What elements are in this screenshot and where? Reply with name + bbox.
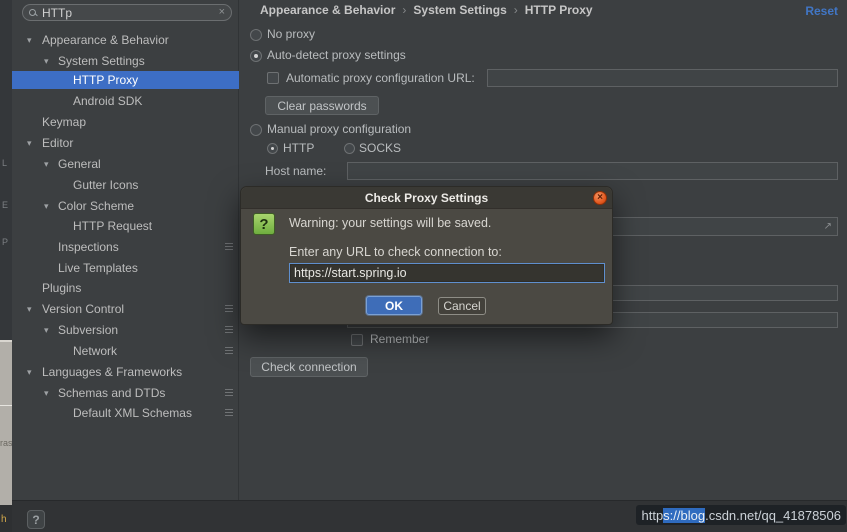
- watermark-highlighted-text: s://blog: [663, 507, 706, 523]
- check-proxy-settings-dialog: Check Proxy Settings × ? Warning: your s…: [240, 186, 613, 325]
- search-icon: [29, 8, 37, 17]
- project-settings-icon: [225, 347, 233, 356]
- sidebar-item-http-request[interactable]: HTTP Request: [12, 217, 239, 235]
- breadcrumb-separator: ›: [513, 3, 518, 17]
- check-url-input[interactable]: [289, 263, 605, 283]
- http-label[interactable]: HTTP: [283, 141, 314, 155]
- breadcrumb-http-proxy: HTTP Proxy: [524, 3, 593, 17]
- host-name-field[interactable]: [347, 162, 838, 180]
- project-settings-icon: [225, 389, 233, 398]
- collapse-arrow-icon[interactable]: ▾: [27, 31, 32, 49]
- sidebar-item-color-scheme[interactable]: ▾ Color Scheme: [12, 197, 239, 215]
- collapse-arrow-icon[interactable]: ▾: [27, 300, 32, 318]
- clear-search-icon[interactable]: ×: [219, 7, 225, 18]
- breadcrumb: Appearance & Behavior › System Settings › HT…: [260, 3, 593, 17]
- remember-checkbox[interactable]: [351, 334, 363, 346]
- clear-passwords-button[interactable]: Clear passwords: [265, 96, 379, 115]
- background-window-divider: [0, 405, 12, 406]
- watermark-text: http: [641, 507, 664, 523]
- auto-url-field[interactable]: [487, 69, 838, 87]
- no-proxy-label[interactable]: No proxy: [267, 27, 315, 41]
- sidebar-item-network[interactable]: Network: [12, 342, 239, 360]
- sidebar-item-system-settings[interactable]: ▾ System Settings: [12, 52, 239, 70]
- sidebar-item-default-xml-schemas[interactable]: Default XML Schemas: [12, 404, 239, 422]
- manual-proxy-radio[interactable]: [250, 124, 262, 136]
- sidebar-item-http-proxy[interactable]: HTTP Proxy: [12, 71, 239, 89]
- background-text-fragment: E: [2, 200, 9, 210]
- collapse-arrow-icon[interactable]: ▾: [44, 384, 49, 402]
- help-button[interactable]: ?: [27, 510, 45, 529]
- ok-button[interactable]: OK: [366, 296, 422, 315]
- manual-proxy-label[interactable]: Manual proxy configuration: [267, 122, 411, 136]
- dialog-prompt-text: Enter any URL to check connection to:: [289, 245, 502, 259]
- sidebar-item-version-control[interactable]: ▾ Version Control: [12, 300, 239, 318]
- settings-sidebar: HTTp × ▾ Appearance & Behavior ▾ System Se…: [12, 0, 239, 500]
- watermark-text: .csdn.net/qq_41878506: [705, 507, 841, 523]
- collapse-arrow-icon[interactable]: ▾: [44, 197, 49, 215]
- auto-url-label[interactable]: Automatic proxy configuration URL:: [286, 71, 475, 85]
- http-radio[interactable]: [267, 143, 278, 154]
- sidebar-item-appearance-behavior[interactable]: ▾ Appearance & Behavior: [12, 31, 239, 49]
- breadcrumb-system-settings[interactable]: System Settings: [413, 3, 506, 17]
- sidebar-item-keymap[interactable]: Keymap: [12, 113, 239, 131]
- sidebar-item-general[interactable]: ▾ General: [12, 155, 239, 173]
- breadcrumb-separator: ›: [402, 3, 407, 17]
- background-text-fragment: L: [2, 158, 8, 168]
- background-text-fragment: h: [1, 514, 7, 525]
- check-connection-button[interactable]: Check connection: [250, 357, 368, 377]
- sidebar-item-android-sdk[interactable]: Android SDK: [12, 92, 239, 110]
- auto-detect-radio[interactable]: [250, 50, 262, 62]
- reset-link[interactable]: Reset: [805, 4, 838, 18]
- cancel-button[interactable]: Cancel: [438, 297, 486, 315]
- settings-search-input[interactable]: HTTp ×: [22, 4, 232, 21]
- background-text-fragment: P: [2, 237, 9, 247]
- collapse-arrow-icon[interactable]: ▾: [44, 321, 49, 339]
- csdn-watermark: http s://blog .csdn.net/qq_41878506: [636, 505, 846, 525]
- sidebar-item-languages-frameworks[interactable]: ▾ Languages & Frameworks: [12, 363, 239, 381]
- dialog-warning-text: Warning: your settings will be saved.: [289, 216, 492, 230]
- host-name-label: Host name:: [265, 164, 327, 178]
- settings-screen: L E P ras h HTTp × ▾ Appearance & Behavio…: [0, 0, 847, 532]
- project-settings-icon: [225, 243, 233, 252]
- question-icon: ?: [253, 213, 275, 235]
- remember-label[interactable]: Remember: [370, 332, 429, 346]
- expand-field-icon[interactable]: ↗: [824, 221, 832, 232]
- collapse-arrow-icon[interactable]: ▾: [27, 363, 32, 381]
- project-settings-icon: [225, 409, 233, 418]
- sidebar-item-gutter-icons[interactable]: Gutter Icons: [12, 176, 239, 194]
- auto-url-checkbox[interactable]: [267, 72, 279, 84]
- sidebar-item-plugins[interactable]: Plugins: [12, 279, 239, 297]
- collapse-arrow-icon[interactable]: ▾: [44, 155, 49, 173]
- collapse-arrow-icon[interactable]: ▾: [27, 134, 32, 152]
- auto-detect-label[interactable]: Auto-detect proxy settings: [267, 48, 406, 62]
- project-settings-icon: [225, 305, 233, 314]
- background-window-dark-area: [0, 0, 12, 340]
- project-settings-icon: [225, 326, 233, 335]
- collapse-arrow-icon[interactable]: ▾: [44, 52, 49, 70]
- dialog-title: Check Proxy Settings: [241, 187, 612, 209]
- no-proxy-radio[interactable]: [250, 29, 262, 41]
- background-window-light-area: [0, 340, 12, 505]
- search-query-text: HTTp: [42, 5, 72, 20]
- sidebar-item-editor[interactable]: ▾ Editor: [12, 134, 239, 152]
- sidebar-item-inspections[interactable]: Inspections: [12, 238, 239, 256]
- close-icon[interactable]: ×: [593, 191, 607, 205]
- background-window-strip: L E P ras h: [0, 0, 13, 532]
- sidebar-item-subversion[interactable]: ▾ Subversion: [12, 321, 239, 339]
- sidebar-item-live-templates[interactable]: Live Templates: [12, 259, 239, 277]
- background-text-fragment: ras: [0, 438, 13, 448]
- breadcrumb-appearance-behavior[interactable]: Appearance & Behavior: [260, 3, 395, 17]
- socks-radio[interactable]: [344, 143, 355, 154]
- sidebar-item-schemas-dtds[interactable]: ▾ Schemas and DTDs: [12, 384, 239, 402]
- socks-label[interactable]: SOCKS: [359, 141, 401, 155]
